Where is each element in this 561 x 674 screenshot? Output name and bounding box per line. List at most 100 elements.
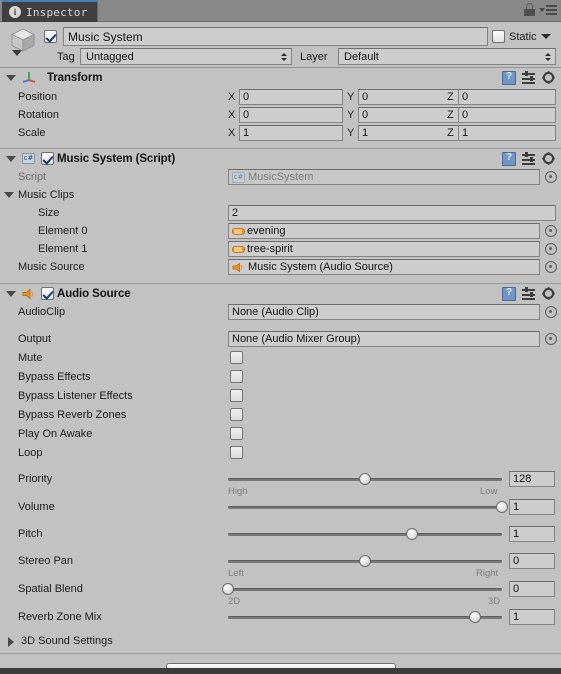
music-source-row: Music Source Music System (Audio Source)	[0, 258, 561, 276]
rotation-label: Rotation	[18, 109, 59, 121]
pitch-slider[interactable]	[228, 526, 502, 542]
element-1-object-field[interactable]: tree-spirit	[228, 241, 540, 257]
scale-label: Scale	[18, 127, 46, 139]
reverb-zone-mix-row: Reverb Zone Mix 1	[0, 608, 561, 625]
help-icon[interactable]	[502, 287, 516, 301]
priority-value-input[interactable]: 128	[509, 470, 555, 487]
size-input[interactable]: 2	[228, 205, 556, 221]
reverb-zone-mix-value-input[interactable]: 1	[509, 608, 555, 625]
bypass-effects-row: Bypass Effects	[0, 367, 561, 386]
mute-label: Mute	[18, 351, 43, 364]
audio-source-header-icons	[502, 286, 556, 301]
preset-icon[interactable]	[522, 151, 536, 166]
stereo-pan-row: Stereo Pan 0	[0, 552, 561, 569]
music-source-value: Music System (Audio Source)	[248, 261, 393, 273]
transform-row-scale: Scale X 1 Y 1 Z 1	[0, 124, 561, 142]
reverb-zone-mix-slider[interactable]	[228, 609, 502, 625]
scale-z-input[interactable]: 1	[458, 125, 556, 141]
scale-x-input[interactable]: 1	[239, 125, 343, 141]
element-1-object-picker[interactable]	[545, 243, 557, 255]
tab-bar-controls	[524, 3, 557, 16]
priority-row: Priority 128	[0, 470, 561, 487]
mute-checkbox[interactable]	[230, 351, 243, 364]
music-clips-foldout-icon[interactable]	[4, 192, 14, 198]
preset-icon[interactable]	[522, 286, 536, 301]
spatial-blend-endlabels: 2D 3D	[0, 596, 561, 608]
hamburger-menu-icon[interactable]	[539, 4, 557, 15]
mute-row: Mute	[0, 348, 561, 367]
tab-inspector[interactable]: i Inspector	[2, 0, 99, 22]
bypass-reverb-zones-checkbox[interactable]	[230, 408, 243, 421]
layer-dropdown[interactable]: Default	[338, 48, 556, 65]
output-object-picker[interactable]	[545, 333, 557, 345]
tab-inspector-label: Inspector	[26, 5, 88, 19]
audio-source-header[interactable]: Audio Source	[0, 283, 561, 303]
music-clips-size-row: Size 2	[0, 204, 561, 222]
gear-icon[interactable]	[542, 152, 556, 166]
rotation-z-input[interactable]: 0	[458, 107, 556, 123]
stereo-pan-endlabels: Left Right	[0, 568, 561, 580]
position-z-input[interactable]: 0	[458, 89, 556, 105]
audioclip-object-picker[interactable]	[545, 306, 557, 318]
static-checkbox[interactable]	[492, 30, 505, 43]
spatial-blend-slider[interactable]	[222, 581, 502, 597]
gear-icon[interactable]	[542, 71, 556, 85]
static-dropdown-arrow[interactable]	[540, 34, 551, 39]
window-tab-bar: i Inspector	[0, 0, 561, 22]
audio-source-enabled-checkbox[interactable]	[41, 287, 54, 300]
volume-slider[interactable]	[228, 499, 508, 515]
bypass-reverb-zones-label: Bypass Reverb Zones	[18, 408, 127, 421]
help-icon[interactable]	[502, 152, 516, 166]
gear-icon[interactable]	[542, 287, 556, 301]
rotation-x-input[interactable]: 0	[239, 107, 343, 123]
spatial-blend-value-input[interactable]: 0	[509, 580, 555, 597]
stereo-pan-value-input[interactable]: 0	[509, 552, 555, 569]
layer-value: Default	[344, 50, 379, 63]
position-x-input[interactable]: 0	[239, 89, 343, 105]
bypass-effects-checkbox[interactable]	[230, 370, 243, 383]
bypass-listener-effects-checkbox[interactable]	[230, 389, 243, 402]
tag-layer-row: Tag Untagged Layer Default	[0, 48, 561, 66]
priority-right-label: Low	[480, 486, 498, 497]
play-on-awake-checkbox[interactable]	[230, 427, 243, 440]
element-0-object-field[interactable]: evening	[228, 223, 540, 239]
transform-header[interactable]: Transform	[0, 68, 561, 88]
pitch-value-input[interactable]: 1	[509, 525, 555, 542]
volume-value-input[interactable]: 1	[509, 498, 555, 515]
music-source-object-field[interactable]: Music System (Audio Source)	[228, 259, 540, 275]
lock-icon[interactable]	[524, 3, 535, 16]
gameobject-name-input[interactable]: Music System	[63, 27, 488, 46]
3d-sound-settings-row[interactable]: 3D Sound Settings	[0, 631, 561, 651]
transform-foldout-icon[interactable]	[6, 75, 16, 81]
preset-icon[interactable]	[522, 70, 536, 85]
loop-checkbox[interactable]	[230, 446, 243, 459]
axis-label-y: Y	[347, 109, 355, 121]
music-system-foldout-icon[interactable]	[6, 155, 16, 162]
axis-label-y: Y	[347, 91, 355, 103]
3d-sound-settings-foldout-icon[interactable]	[8, 637, 14, 647]
csharp-script-icon: c#	[22, 153, 35, 164]
tag-dropdown[interactable]: Untagged	[80, 48, 292, 65]
music-system-header[interactable]: c# Music System (Script)	[0, 148, 561, 168]
loop-row: Loop	[0, 443, 561, 462]
audio-source-foldout-icon[interactable]	[6, 290, 16, 297]
help-icon[interactable]	[502, 71, 516, 85]
audioclip-object-field[interactable]: None (Audio Clip)	[228, 304, 540, 320]
transform-axis-icon	[22, 70, 37, 87]
music-clips-label: Music Clips	[18, 189, 75, 201]
stereo-pan-slider[interactable]	[228, 553, 502, 569]
script-label: Script	[18, 171, 47, 183]
axis-label-y: Y	[347, 127, 355, 139]
element-0-object-picker[interactable]	[545, 225, 557, 237]
tag-value: Untagged	[86, 50, 134, 63]
static-control: Static	[492, 30, 551, 43]
output-object-field[interactable]: None (Audio Mixer Group)	[228, 331, 540, 347]
priority-slider[interactable]	[228, 471, 502, 487]
bypass-listener-effects-label: Bypass Listener Effects	[18, 389, 133, 402]
volume-row: Volume 1	[0, 498, 561, 515]
element-1-value: tree-spirit	[247, 243, 293, 255]
music-clips-foldout-row[interactable]: Music Clips	[0, 186, 561, 204]
music-system-enabled-checkbox[interactable]	[41, 152, 54, 165]
gameobject-enabled-checkbox[interactable]	[44, 30, 57, 43]
music-source-object-picker[interactable]	[545, 261, 557, 273]
